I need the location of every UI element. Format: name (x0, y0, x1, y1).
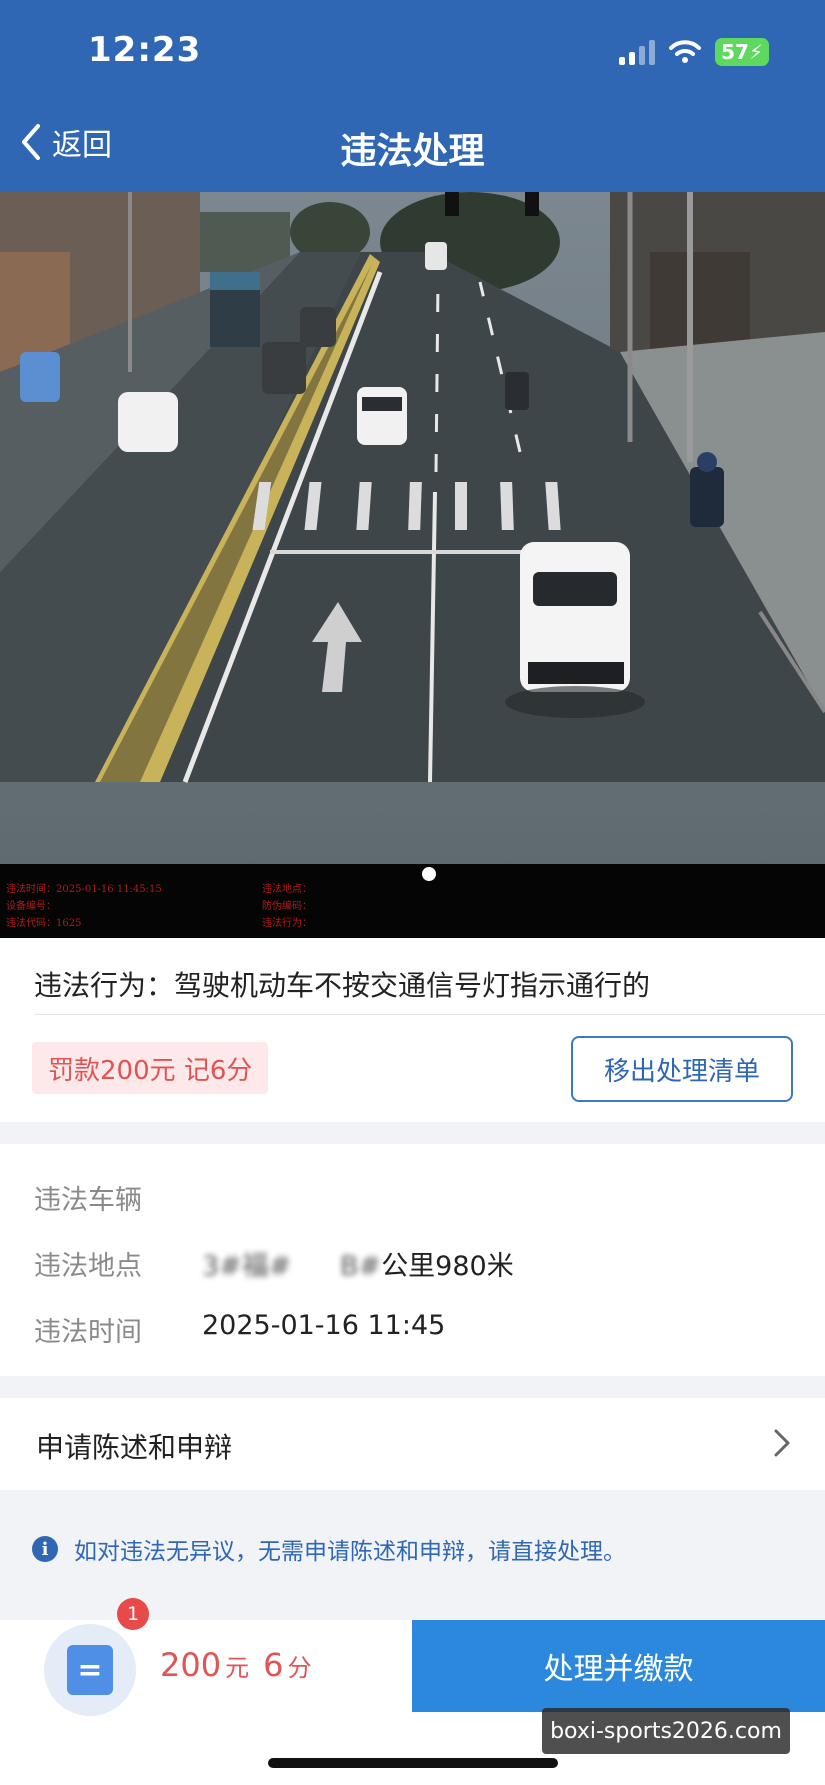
fine-amount: 200 (160, 1646, 222, 1684)
home-indicator[interactable] (268, 1758, 558, 1768)
info-left-3: 违法代码：1625 (6, 918, 82, 929)
location-label: 违法地点 (34, 1251, 142, 1282)
location-blurred-part-2: B# (340, 1251, 382, 1282)
location-blurred-part: 3#福# (202, 1251, 292, 1282)
remove-from-list-button[interactable]: 移出处理清单 (571, 1036, 793, 1102)
notice: i 如对违法无异议，无需申请陈述和申辩，请直接处理。 (32, 1532, 626, 1566)
fine-unit: 元 (225, 1654, 250, 1682)
location-text: 公里980米 (381, 1251, 514, 1282)
list-icon: = (67, 1645, 113, 1695)
vehicle-label: 违法车辆 (34, 1185, 142, 1216)
time-label: 违法时间 (34, 1317, 142, 1348)
info-left-2: 设备编号： (6, 901, 56, 912)
wifi-icon (669, 40, 702, 63)
status-icons: 57⚡ (619, 38, 769, 66)
info-right-2: 防伪编码： (262, 901, 312, 912)
points-amount: 6 (263, 1646, 284, 1684)
info-right-3: 违法行为： (262, 918, 312, 929)
signal-icon (619, 39, 656, 65)
divider (34, 1014, 825, 1015)
time-value: 2025-01-16 11:45 (202, 1310, 446, 1341)
info-icon: i (32, 1536, 58, 1562)
evidence-photo[interactable]: 违法时间：2025-01-16 11:45:15 设备编号： 违法代码：1625… (0, 192, 825, 938)
time-row: 违法时间 2025-01-16 11:45 (34, 1310, 445, 1349)
info-right-1: 违法地点： (262, 884, 312, 895)
location-row: 违法地点 3#福# B#公里980米 (34, 1244, 514, 1283)
battery-charging-icon: 57⚡ (715, 38, 769, 66)
status-time: 12:23 (88, 30, 202, 70)
points-unit: 分 (287, 1654, 312, 1682)
info-left-1: 违法时间：2025-01-16 11:45:15 (6, 884, 162, 895)
header: 12:23 57⚡ 返回 违法处理 (0, 0, 825, 192)
fine-badge: 罚款200元 记6分 (32, 1042, 269, 1094)
location-value: 3#福# B#公里980米 (202, 1244, 514, 1283)
violation-card: 违法行为：驾驶机动车不按交通信号灯指示通行的 罚款200元 记6分 移出处理清单 (0, 938, 825, 1122)
vehicle-row: 违法车辆 (34, 1178, 202, 1217)
photo-pager-dot[interactable] (422, 867, 436, 881)
traffic-camera-image (0, 192, 825, 938)
appeal-row[interactable]: 申请陈述和申辩 (0, 1398, 825, 1490)
appeal-label: 申请陈述和申辩 (36, 1431, 233, 1464)
pending-list-button[interactable]: = (44, 1624, 136, 1716)
violation-behavior: 违法行为：驾驶机动车不按交通信号灯指示通行的 (34, 969, 651, 1002)
list-count-badge: 1 (117, 1598, 149, 1630)
bottom-fine-summary: 200 元 6 分 (160, 1646, 311, 1684)
battery-level: 57 (721, 40, 749, 64)
chevron-right-icon (774, 1429, 790, 1457)
watermark: boxi-sports2026.com (542, 1708, 790, 1754)
process-and-pay-button[interactable]: 处理并缴款 (412, 1620, 825, 1712)
notice-text: 如对违法无异议，无需申请陈述和申辩，请直接处理。 (74, 1539, 626, 1565)
detail-card: 违法车辆 违法地点 3#福# B#公里980米 违法时间 2025-01-16 … (0, 1144, 825, 1376)
page-title: 违法处理 (340, 131, 485, 172)
